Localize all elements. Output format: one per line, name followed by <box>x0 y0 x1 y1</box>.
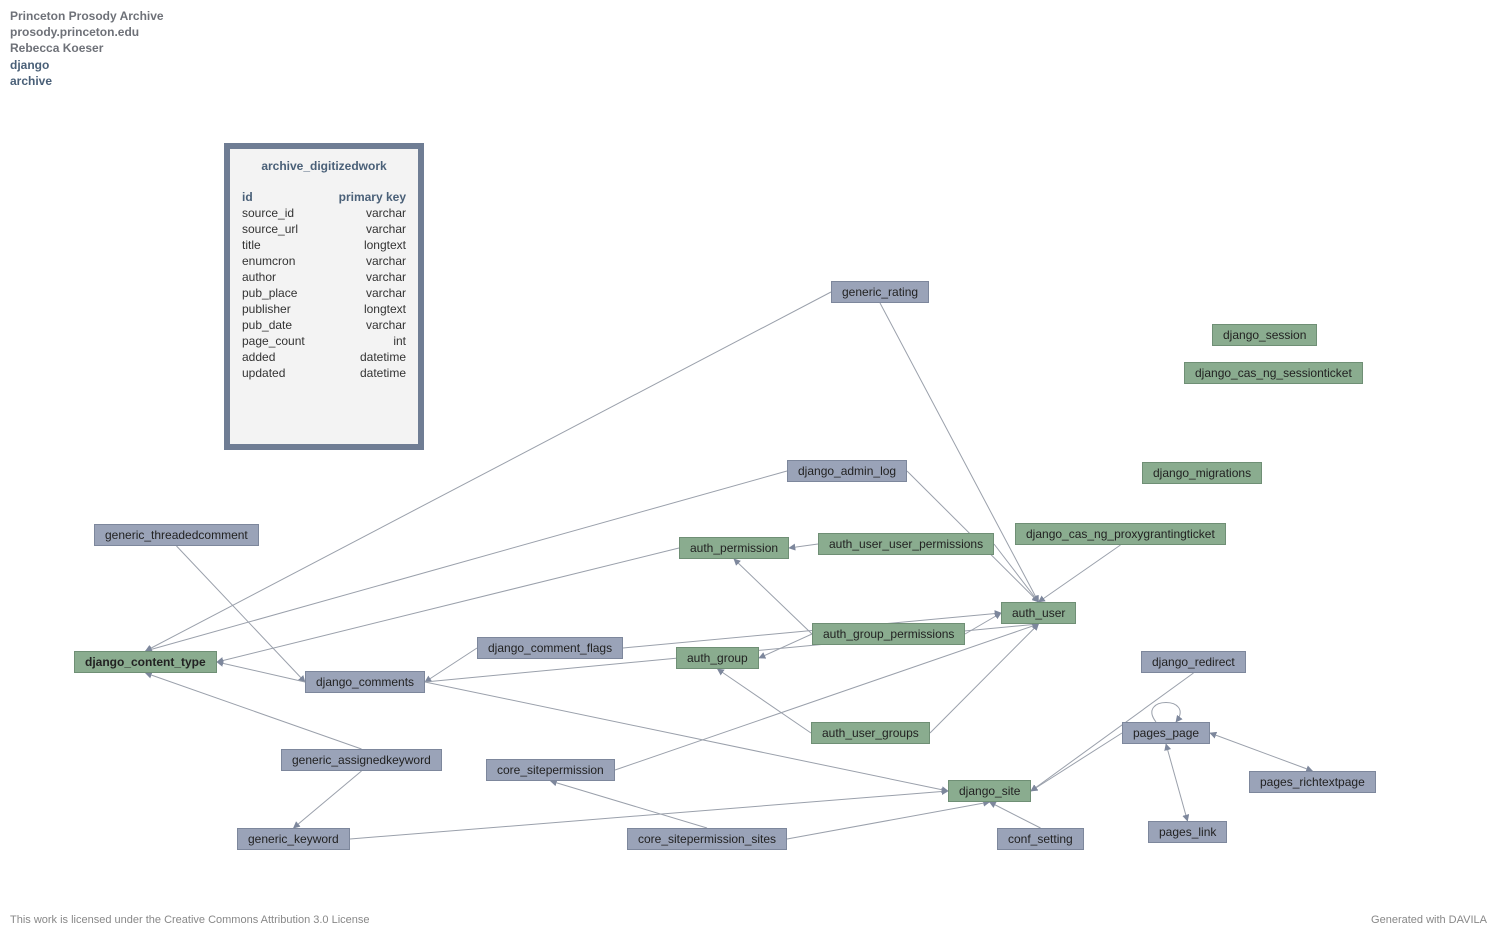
node-pages_page[interactable]: pages_page <box>1122 722 1210 744</box>
field-name: page_count <box>242 333 321 349</box>
node-django_admin_log[interactable]: django_admin_log <box>787 460 907 482</box>
node-auth_user_groups[interactable]: auth_user_groups <box>811 722 930 744</box>
field-type: varchar <box>321 269 406 285</box>
edge <box>734 559 812 634</box>
node-auth_group_permissions[interactable]: auth_group_permissions <box>812 623 965 645</box>
edge-selfloop <box>1152 703 1180 723</box>
node-django_site[interactable]: django_site <box>948 780 1031 802</box>
field-type: varchar <box>321 317 406 333</box>
edge <box>718 669 812 733</box>
entity-field-row: authorvarchar <box>242 269 406 285</box>
edge <box>1166 744 1188 821</box>
field-name: enumcron <box>242 253 321 269</box>
edge <box>615 624 1039 770</box>
edge <box>1039 545 1121 602</box>
node-generic_rating[interactable]: generic_rating <box>831 281 929 303</box>
footer-generated: Generated with DAVILA <box>1371 914 1487 926</box>
edge <box>994 544 1039 602</box>
node-auth_permission[interactable]: auth_permission <box>679 537 789 559</box>
edge <box>759 634 812 658</box>
node-django_comment_flags[interactable]: django_comment_flags <box>477 637 623 659</box>
node-generic_assignedkeyword[interactable]: generic_assignedkeyword <box>281 749 442 771</box>
edge <box>1210 733 1313 771</box>
field-type: datetime <box>321 365 406 381</box>
edge <box>880 303 1039 602</box>
field-type: longtext <box>321 237 406 253</box>
node-django_cas_ng_sessionticket[interactable]: django_cas_ng_sessionticket <box>1184 362 1363 384</box>
entity-field-row: pub_placevarchar <box>242 285 406 301</box>
node-django_migrations[interactable]: django_migrations <box>1142 462 1262 484</box>
entity-field-row: publisherlongtext <box>242 301 406 317</box>
edge <box>1031 733 1122 791</box>
node-generic_keyword[interactable]: generic_keyword <box>237 828 350 850</box>
field-name: title <box>242 237 321 253</box>
node-django_redirect[interactable]: django_redirect <box>1141 651 1246 673</box>
entity-field-row: idprimary key <box>242 189 406 205</box>
entity-field-row: pub_datevarchar <box>242 317 406 333</box>
entity-field-row: updateddatetime <box>242 365 406 381</box>
header-line4: django <box>10 57 164 73</box>
edge <box>425 648 477 682</box>
entity-detail-table: idprimary keysource_idvarcharsource_urlv… <box>242 189 406 381</box>
node-pages_link[interactable]: pages_link <box>1148 821 1227 843</box>
field-type: longtext <box>321 301 406 317</box>
field-type: varchar <box>321 285 406 301</box>
node-core_sitepermission[interactable]: core_sitepermission <box>486 759 615 781</box>
entity-field-row: titlelongtext <box>242 237 406 253</box>
entity-field-row: source_urlvarchar <box>242 221 406 237</box>
entity-field-row: addeddatetime <box>242 349 406 365</box>
node-django_comments[interactable]: django_comments <box>305 671 425 693</box>
edge <box>217 662 305 682</box>
entity-field-row: enumcronvarchar <box>242 253 406 269</box>
edge <box>146 471 788 651</box>
node-auth_user_user_permissions[interactable]: auth_user_user_permissions <box>818 533 994 555</box>
edge <box>551 781 708 828</box>
entity-detail-title: archive_digitizedwork <box>242 159 406 173</box>
field-name: author <box>242 269 321 285</box>
field-name: publisher <box>242 301 321 317</box>
header-line5: archive <box>10 73 164 89</box>
node-core_sitepermission_sites[interactable]: core_sitepermission_sites <box>627 828 787 850</box>
field-type: varchar <box>321 205 406 221</box>
header-line3: Rebecca Koeser <box>10 40 164 56</box>
edge <box>965 613 1001 634</box>
edge <box>294 771 362 828</box>
field-name: source_id <box>242 205 321 221</box>
field-type: varchar <box>321 221 406 237</box>
entity-field-row: page_countint <box>242 333 406 349</box>
field-type: varchar <box>321 253 406 269</box>
field-type: int <box>321 333 406 349</box>
node-django_content_type[interactable]: django_content_type <box>74 651 217 673</box>
field-name: added <box>242 349 321 365</box>
edge <box>789 544 818 548</box>
header-line2: prosody.princeton.edu <box>10 24 164 40</box>
edge <box>990 802 1041 828</box>
node-django_session[interactable]: django_session <box>1212 324 1317 346</box>
field-type: datetime <box>321 349 406 365</box>
entity-detail-box[interactable]: archive_digitizedwork idprimary keysourc… <box>224 143 424 450</box>
field-name: source_url <box>242 221 321 237</box>
node-generic_threadedcomment[interactable]: generic_threadedcomment <box>94 524 259 546</box>
node-auth_group[interactable]: auth_group <box>676 647 759 669</box>
field-name: id <box>242 189 321 205</box>
node-conf_setting[interactable]: conf_setting <box>997 828 1084 850</box>
entity-field-row: source_idvarchar <box>242 205 406 221</box>
node-pages_richtextpage[interactable]: pages_richtextpage <box>1249 771 1376 793</box>
footer-license: This work is licensed under the Creative… <box>10 914 370 926</box>
field-name: pub_date <box>242 317 321 333</box>
header-line1: Princeton Prosody Archive <box>10 8 164 24</box>
field-type: primary key <box>321 189 406 205</box>
edge <box>787 802 990 839</box>
node-django_cas_ng_proxy[interactable]: django_cas_ng_proxygrantingticket <box>1015 523 1226 545</box>
node-auth_user[interactable]: auth_user <box>1001 602 1076 624</box>
header-block: Princeton Prosody Archive prosody.prince… <box>10 8 164 89</box>
field-name: updated <box>242 365 321 381</box>
field-name: pub_place <box>242 285 321 301</box>
